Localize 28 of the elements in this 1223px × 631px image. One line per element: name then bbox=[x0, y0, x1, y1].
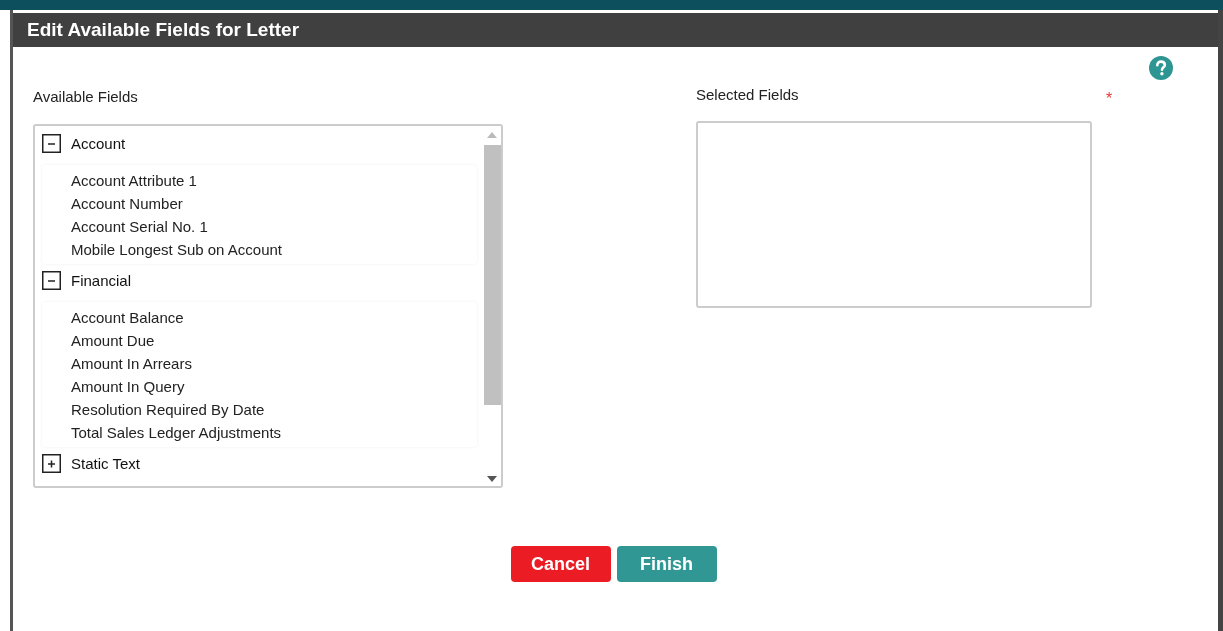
field-item[interactable]: Total Sales Ledger Adjustments bbox=[71, 421, 477, 444]
required-mark: * bbox=[1106, 90, 1113, 108]
field-item[interactable]: Account Number bbox=[71, 192, 477, 215]
scroll-down-icon[interactable] bbox=[487, 476, 497, 482]
scroll-thumb[interactable] bbox=[483, 145, 501, 405]
cancel-button[interactable]: Cancel bbox=[510, 546, 611, 582]
scrollbar[interactable] bbox=[483, 126, 501, 486]
field-item[interactable]: Amount In Query bbox=[71, 375, 477, 398]
field-item[interactable]: Amount Due bbox=[71, 329, 477, 352]
finish-button[interactable]: Finish bbox=[616, 546, 717, 582]
field-item[interactable]: Amount In Arrears bbox=[71, 352, 477, 375]
scroll-up-icon[interactable] bbox=[487, 132, 497, 138]
tree-group[interactable]: Static Text bbox=[71, 455, 140, 472]
field-item[interactable]: Mobile Longest Sub on Account bbox=[71, 238, 477, 261]
collapse-icon[interactable] bbox=[42, 134, 61, 153]
selected-fields-list[interactable] bbox=[696, 121, 1092, 308]
field-item[interactable]: Account Balance bbox=[71, 306, 477, 329]
help-icon[interactable] bbox=[1149, 56, 1173, 80]
field-item[interactable]: Resolution Required By Date bbox=[71, 398, 477, 421]
field-item[interactable]: Account Attribute 1 bbox=[71, 169, 477, 192]
selected-fields-label: Selected Fields bbox=[696, 86, 800, 103]
available-fields-label: Available Fields bbox=[33, 88, 139, 105]
field-item[interactable]: Account Serial No. 1 bbox=[71, 215, 477, 238]
expand-icon[interactable] bbox=[42, 454, 61, 473]
collapse-icon[interactable] bbox=[42, 271, 61, 290]
dialog-title: Edit Available Fields for Letter bbox=[27, 19, 300, 41]
tree-group[interactable]: Financial bbox=[71, 272, 132, 289]
tree-group[interactable]: Account bbox=[71, 135, 126, 152]
